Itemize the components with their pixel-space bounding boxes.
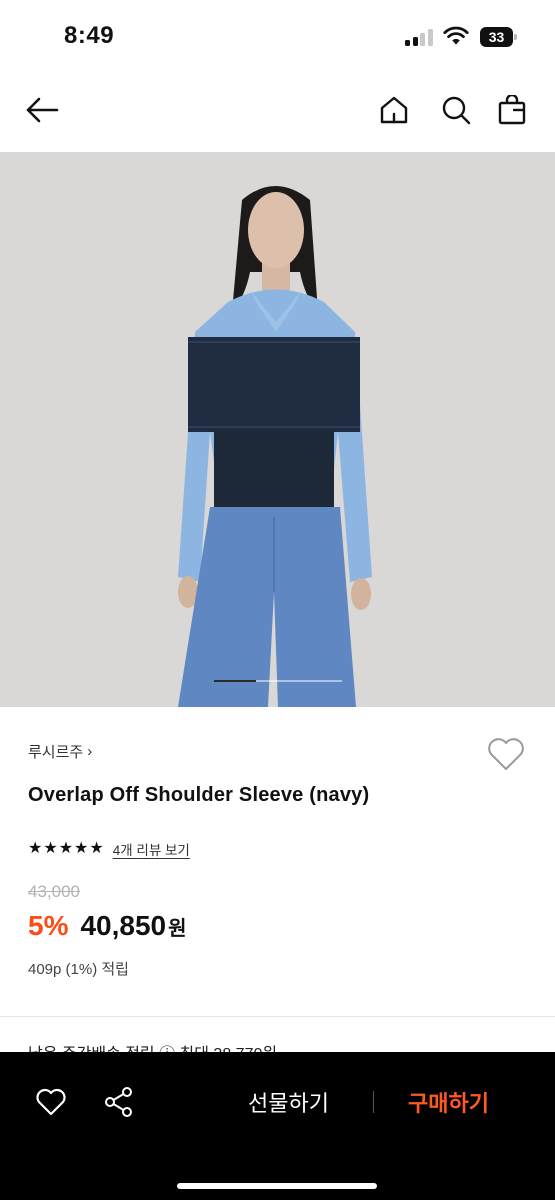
- bottom-action-bar: 선물하기 구매하기: [0, 1052, 555, 1200]
- wifi-icon: [443, 26, 469, 45]
- wishlist-button[interactable]: [486, 736, 526, 772]
- product-title: Overlap Off Shoulder Sleeve (navy): [28, 784, 370, 806]
- button-separator: [373, 1091, 374, 1113]
- brand-name: 루시르주: [28, 744, 84, 761]
- buy-button[interactable]: 구매하기: [408, 1086, 489, 1118]
- star-icon: ★: [74, 840, 89, 857]
- top-navigation: [0, 72, 555, 152]
- share-icon: [105, 1087, 132, 1117]
- rating-row: ★ ★ ★ ★ ★ 4개 리뷰 보기: [28, 839, 190, 859]
- heart-outline-icon: [488, 738, 524, 770]
- cart-button[interactable]: [492, 90, 532, 130]
- original-price: 43,000: [28, 882, 80, 901]
- sale-price: 40,850: [80, 910, 167, 941]
- reward-points: 409p (1%) 적립: [28, 961, 129, 978]
- battery-icon: 33: [480, 27, 517, 47]
- search-button[interactable]: [436, 90, 476, 130]
- product-image-carousel[interactable]: [0, 152, 555, 707]
- brand-link[interactable]: 루시르주 ›: [28, 741, 92, 762]
- discount-rate: 5%: [28, 910, 69, 941]
- wishlist-bottom-button[interactable]: [33, 1084, 69, 1120]
- heart-icon: [36, 1088, 66, 1116]
- review-link[interactable]: 4개 리뷰 보기: [113, 839, 190, 859]
- star-icon: ★: [58, 840, 74, 857]
- carousel-indicator-active: [214, 680, 257, 682]
- shopping-bag-icon: [498, 95, 526, 125]
- star-icon: ★: [43, 840, 58, 857]
- home-button[interactable]: [374, 90, 414, 130]
- star-icon: ★: [89, 840, 104, 857]
- currency-unit: 원: [168, 918, 187, 940]
- status-time: 8:49: [64, 22, 115, 49]
- share-button[interactable]: [101, 1084, 137, 1120]
- home-indicator: [177, 1183, 377, 1189]
- arrow-left-icon: [26, 97, 59, 123]
- divider: [0, 1016, 555, 1017]
- star-icon: ★: [28, 840, 43, 857]
- star-rating: ★ ★ ★ ★ ★: [28, 840, 104, 858]
- cellular-signal-icon: [405, 28, 435, 46]
- search-icon: [442, 96, 471, 125]
- price-row: 5% 40,850 원: [28, 910, 187, 942]
- chevron-right-icon: ›: [87, 743, 93, 760]
- gift-button[interactable]: 선물하기: [248, 1086, 329, 1118]
- back-button[interactable]: [22, 90, 62, 130]
- carousel-indicator: [214, 680, 342, 682]
- status-bar: 8:49 33: [0, 0, 555, 72]
- product-photo: [0, 152, 555, 707]
- battery-level: 33: [480, 27, 513, 47]
- home-icon: [380, 96, 408, 124]
